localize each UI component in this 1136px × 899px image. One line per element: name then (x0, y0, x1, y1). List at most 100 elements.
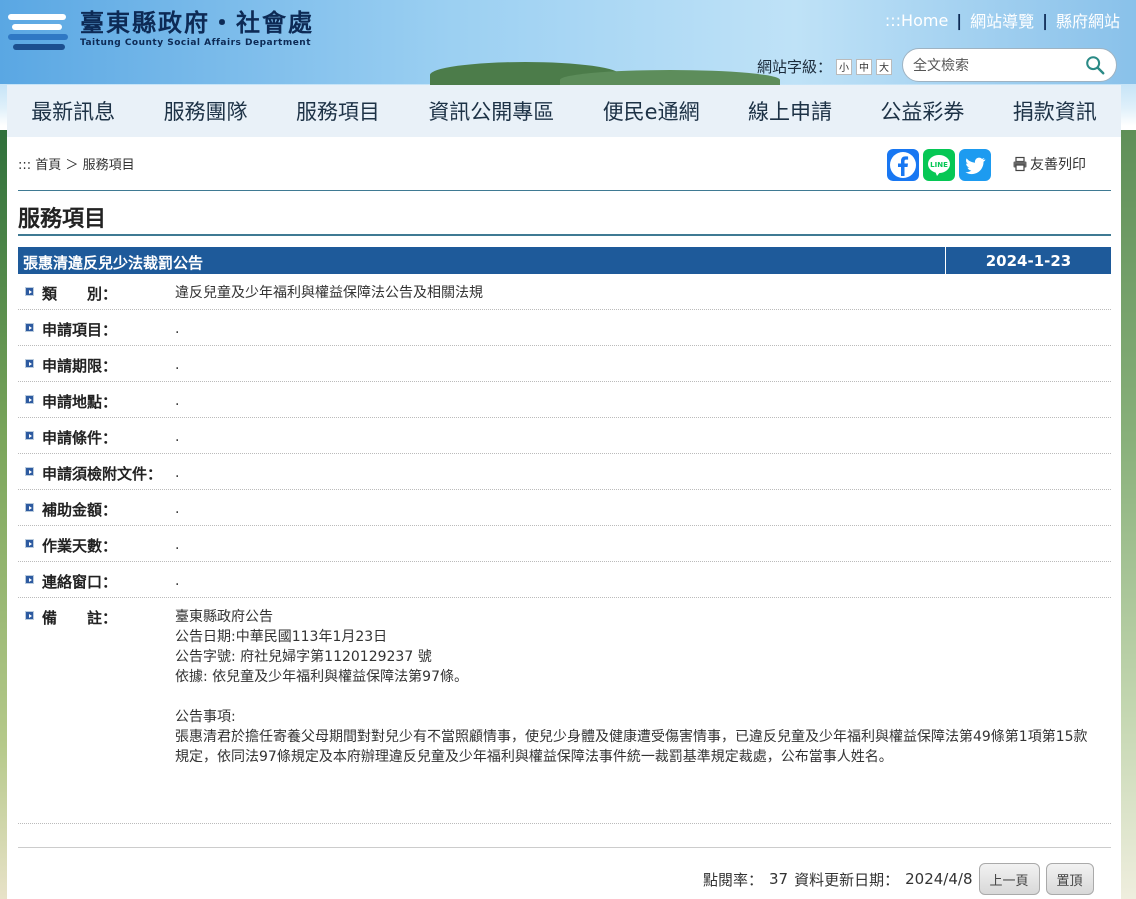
detail-row-contact: 連絡窗口： . (18, 562, 1111, 598)
breadcrumb-separator: ＞ (61, 158, 83, 173)
sitemap-link[interactable]: 網站導覽 (970, 8, 1034, 32)
remark-line: 公告日期:中華民國113年1月23日 (175, 629, 388, 645)
article-title-bar: 張惠清違反兒少法裁罰公告 2024-1-23 (18, 247, 1111, 274)
divider (18, 234, 1111, 236)
bullet-icon (25, 503, 34, 512)
remark-line: 公告事項: (175, 709, 236, 725)
page-footer: 點閱率： 37 資料更新日期： 2024/4/8 上一頁 置頂 (703, 863, 1094, 895)
separator: | (1042, 10, 1048, 30)
detail-row-work-days: 作業天數： . (18, 526, 1111, 562)
home-link[interactable]: :::Home (885, 11, 948, 30)
row-label: 連絡窗口： (42, 573, 118, 591)
detail-row-remark: 備 註： 臺東縣政府公告 公告日期:中華民國113年1月23日 公告字號: 府社… (18, 598, 1111, 824)
county-site-link[interactable]: 縣府網站 (1056, 8, 1120, 32)
remark-line: 張惠清君於擔任寄養父母期間對對兒少有不當照顧情事，使兒少身體及健康遭受傷害情事，… (175, 729, 1088, 765)
detail-table: 類 別： 違反兒童及少年福利與權益保障法公告及相關法規 申請項目： . 申請期限… (18, 274, 1111, 824)
top-links: :::Home | 網站導覽 | 縣府網站 (885, 8, 1120, 32)
detail-row-documents: 申請須檢附文件： . (18, 454, 1111, 490)
detail-row-subsidy: 補助金額： . (18, 490, 1111, 526)
bullet-icon (25, 467, 34, 476)
font-medium-button[interactable]: 中 (856, 58, 873, 75)
row-value: . (175, 573, 180, 589)
page-title: 服務項目 (18, 207, 107, 232)
article-date: 2024-1-23 (985, 252, 1072, 270)
row-label: 申請條件： (42, 429, 118, 447)
nav-item-info[interactable]: 資訊公開專區 (428, 96, 554, 126)
nav-item-online-apply[interactable]: 線上申請 (748, 96, 832, 126)
breadcrumb-home[interactable]: 首頁 (35, 158, 61, 173)
article-title: 張惠清違反兒少法裁罰公告 (23, 254, 204, 272)
row-value: . (175, 321, 180, 337)
remark-line: 依據: 依兒童及少年福利與權益保障法第97條。 (175, 669, 468, 685)
nav-item-e-services[interactable]: 便民e通網 (603, 96, 700, 126)
row-label: 備 註： (42, 609, 118, 627)
print-label: 友善列印 (1030, 157, 1086, 173)
row-label: 申請期限： (42, 357, 118, 375)
prev-page-button[interactable]: 上一頁 (978, 863, 1040, 895)
row-label: 申請須檢附文件： (42, 465, 163, 483)
remark-line (175, 687, 1093, 707)
bullet-icon (25, 431, 34, 440)
detail-row-apply-item: 申請項目： . (18, 310, 1111, 346)
row-label: 申請地點： (42, 393, 118, 411)
font-large-button[interactable]: 大 (876, 58, 893, 75)
facebook-icon[interactable] (887, 149, 919, 181)
search-box (902, 48, 1117, 82)
nav-item-services[interactable]: 服務項目 (296, 96, 380, 126)
row-label: 補助金額： (42, 501, 118, 519)
line-icon[interactable]: LINE (923, 149, 955, 181)
row-label: 類 別： (42, 285, 118, 303)
row-value: . (175, 465, 180, 481)
divider (18, 847, 1111, 848)
font-small-button[interactable]: 小 (836, 58, 853, 75)
header: 臺東縣政府‧社會處 Taitung County Social Affairs … (0, 0, 1136, 90)
row-value: . (175, 357, 180, 373)
search-icon[interactable] (1084, 54, 1106, 76)
bullet-icon (25, 539, 34, 548)
twitter-icon[interactable] (959, 149, 991, 181)
back-to-top-button[interactable]: 置頂 (1045, 863, 1094, 895)
nav-item-donation[interactable]: 捐款資訊 (1013, 96, 1097, 126)
main-content: ::: 首頁 ＞ 服務項目 LINE 友善列印 服務項目 張惠清違反兒少法裁罰公… (7, 137, 1121, 899)
printer-icon (1013, 156, 1027, 172)
site-logo[interactable]: 臺東縣政府‧社會處 Taitung County Social Affairs … (8, 6, 314, 52)
bullet-icon (25, 575, 34, 584)
search-input[interactable] (913, 56, 1083, 76)
detail-row-category: 類 別： 違反兒童及少年福利與權益保障法公告及相關法規 (18, 274, 1111, 310)
row-label: 申請項目： (42, 321, 118, 339)
site-title: 臺東縣政府‧社會處 (80, 7, 314, 37)
breadcrumb: ::: 首頁 ＞ 服務項目 (18, 154, 135, 173)
bullet-icon (25, 395, 34, 404)
remark-text: 臺東縣政府公告 公告日期:中華民國113年1月23日 公告字號: 府社兒婦字第1… (175, 598, 1111, 767)
bullet-icon (25, 359, 34, 368)
remark-line: 臺東縣政府公告 (175, 609, 273, 625)
separator: | (956, 10, 963, 30)
row-value: . (175, 501, 180, 517)
detail-row-apply-period: 申請期限： . (18, 346, 1111, 382)
nav-item-team[interactable]: 服務團隊 (164, 96, 248, 126)
updated-label: 資料更新日期： (794, 870, 900, 889)
row-value: . (175, 393, 180, 409)
nav-item-news[interactable]: 最新訊息 (31, 96, 115, 126)
row-label: 作業天數： (42, 537, 118, 555)
bullet-icon (25, 323, 34, 332)
logo-icon (8, 6, 70, 52)
row-value: 違反兒童及少年福利與權益保障法公告及相關法規 (175, 285, 483, 301)
bullet-icon (25, 287, 34, 296)
breadcrumb-current[interactable]: 服務項目 (83, 158, 135, 173)
detail-row-apply-condition: 申請條件： . (18, 418, 1111, 454)
main-nav: 最新訊息 服務團隊 服務項目 資訊公開專區 便民e通網 線上申請 公益彩券 捐款… (7, 85, 1121, 137)
detail-row-apply-location: 申請地點： . (18, 382, 1111, 418)
font-size-selector: 網站字級： 小 中 大 (757, 56, 893, 77)
share-buttons: LINE (887, 149, 991, 181)
nav-item-lottery[interactable]: 公益彩券 (880, 96, 964, 126)
print-button[interactable]: 友善列印 (1012, 154, 1086, 174)
svg-text:LINE: LINE (930, 161, 948, 169)
hits-label: 點閱率： (703, 870, 764, 889)
site-subtitle: Taitung County Social Affairs Department (80, 37, 312, 48)
updated-date: 2024/4/8 (905, 870, 973, 888)
divider (18, 190, 1111, 191)
bullet-icon (25, 611, 34, 620)
row-value: . (175, 537, 180, 553)
remark-line: 公告字號: 府社兒婦字第1120129237 號 (175, 649, 432, 665)
